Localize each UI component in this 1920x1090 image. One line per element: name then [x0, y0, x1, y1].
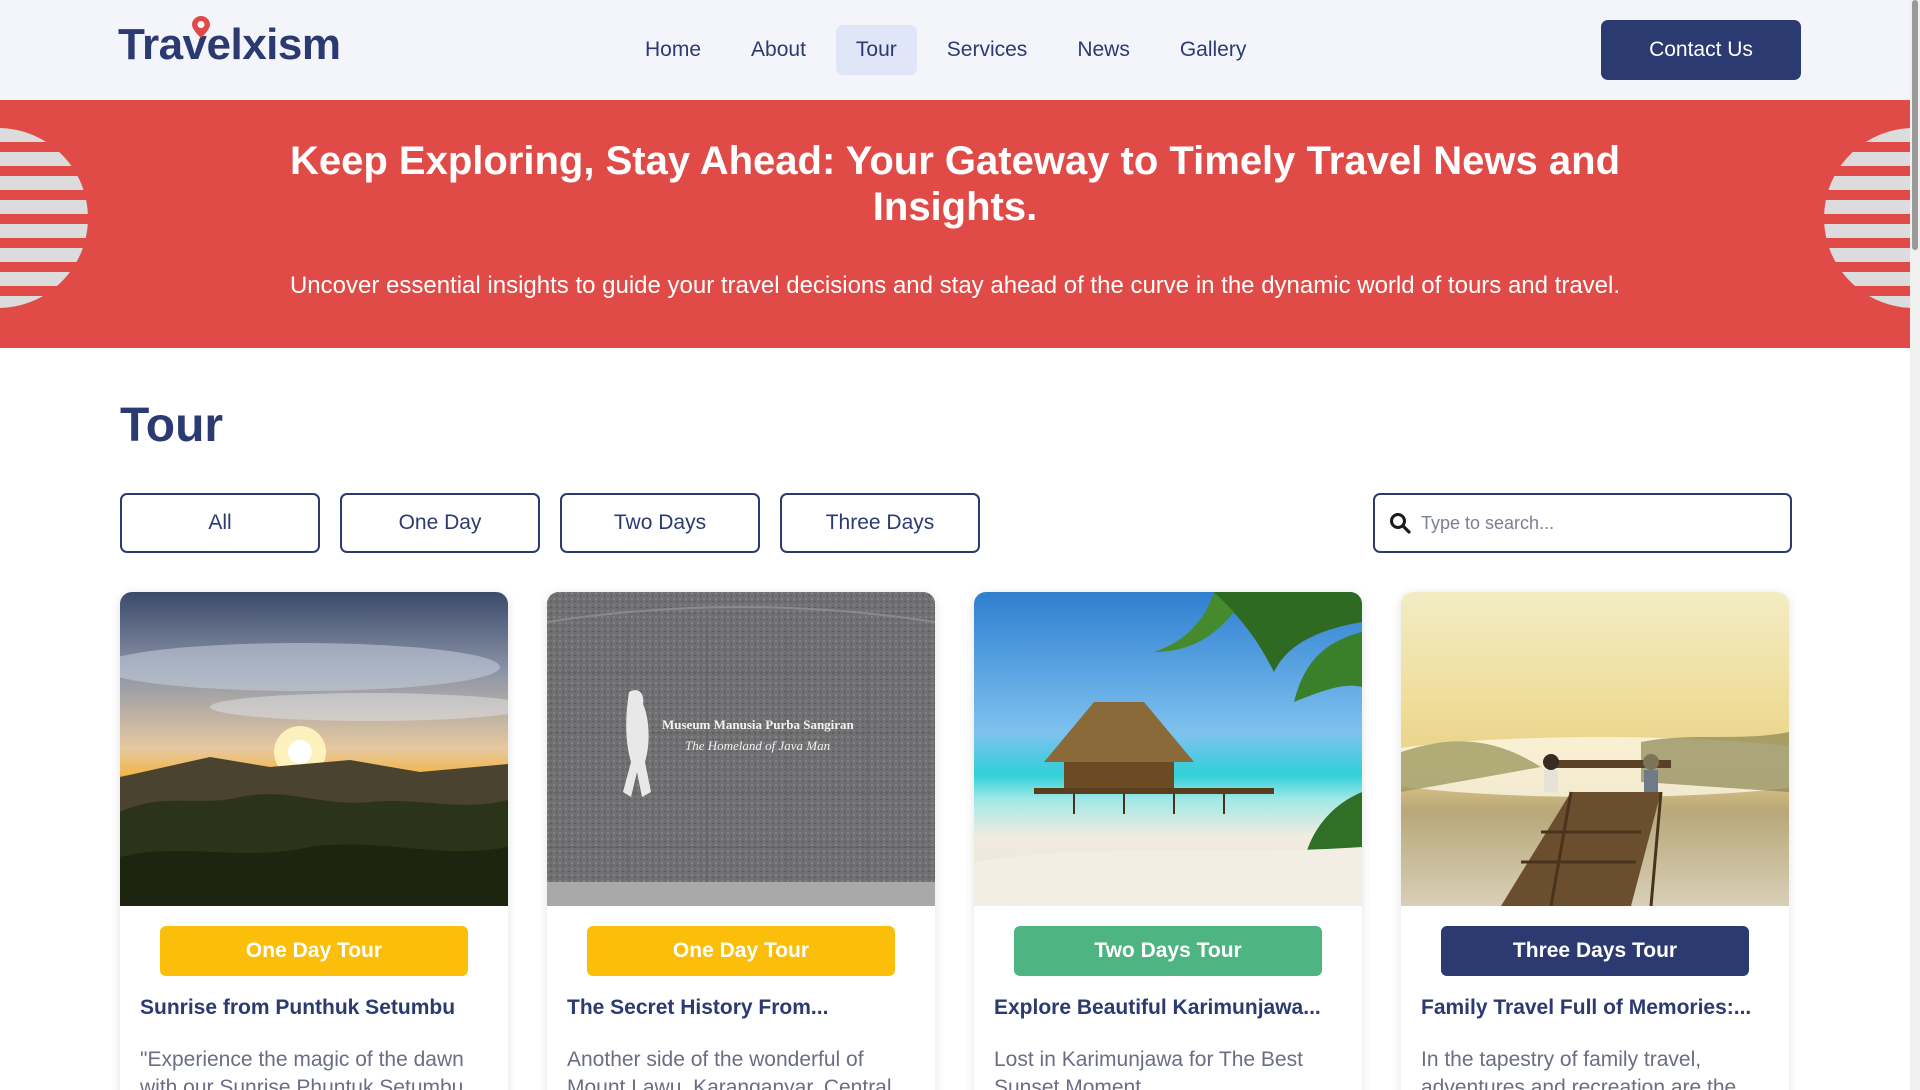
banner-subtitle: Uncover essential insights to guide your…	[289, 272, 1621, 299]
tour-card-list: One Day Tour Sunrise from Punthuk Setumb…	[120, 592, 1789, 1090]
tour-card[interactable]: One Day Tour Sunrise from Punthuk Setumb…	[120, 592, 508, 1090]
filter-one-day-button[interactable]: One Day	[340, 493, 540, 553]
filter-two-days-button[interactable]: Two Days	[560, 493, 760, 553]
card-description: Another side of the wonderful of Mount L…	[567, 1048, 892, 1090]
beach-illustration	[974, 592, 1362, 906]
nav-home[interactable]: Home	[625, 25, 721, 75]
filter-three-days-button[interactable]: Three Days	[780, 493, 980, 553]
card-title[interactable]: Family Travel Full of Memories:...	[1421, 996, 1771, 1020]
card-title[interactable]: Explore Beautiful Karimunjawa...	[994, 996, 1344, 1020]
card-image-sunrise	[120, 592, 508, 906]
tour-card[interactable]: Three Days Tour Family Travel Full of Me…	[1401, 592, 1789, 1090]
card-description: In the tapestry of family travel, advent…	[1421, 1048, 1737, 1090]
family-viewpoint-illustration	[1401, 732, 1789, 906]
scrollbar-thumb[interactable]	[1912, 0, 1918, 250]
card-title[interactable]: The Secret History From...	[567, 996, 917, 1020]
tour-card[interactable]: Museum Manusia Purba Sangiran The Homela…	[547, 592, 935, 1090]
logo-text: Travelxism	[118, 20, 341, 69]
tour-badge: Three Days Tour	[1441, 926, 1749, 976]
nav-services[interactable]: Services	[927, 25, 1048, 75]
striped-circle-decoration	[1824, 128, 1910, 308]
tour-badge: One Day Tour	[160, 926, 468, 976]
sunrise-illustration	[120, 643, 508, 906]
filter-all-button[interactable]: All	[120, 493, 320, 553]
museum-wall-illustration: Museum Manusia Purba Sangiran The Homela…	[547, 592, 935, 906]
page-title: Tour	[120, 399, 224, 452]
location-pin-icon	[192, 16, 210, 38]
main-nav: Home About Tour Services News Gallery	[625, 25, 1266, 75]
nav-news[interactable]: News	[1057, 25, 1150, 75]
search-icon	[1390, 513, 1411, 534]
hero-banner: Keep Exploring, Stay Ahead: Your Gateway…	[0, 100, 1910, 348]
page-scrollbar[interactable]	[1910, 0, 1920, 1090]
banner-title: Keep Exploring, Stay Ahead: Your Gateway…	[289, 139, 1621, 229]
card-description: "Experience the magic of the dawn with o…	[140, 1048, 464, 1090]
site-header: Travelxism Home About Tour Services News…	[0, 0, 1910, 100]
card-image-museum: Museum Manusia Purba Sangiran The Homela…	[547, 592, 935, 906]
search-input[interactable]	[1421, 512, 1781, 534]
tour-card[interactable]: Two Days Tour Explore Beautiful Karimunj…	[974, 592, 1362, 1090]
card-image-family	[1401, 592, 1789, 906]
search-box[interactable]	[1373, 493, 1792, 553]
logo[interactable]: Travelxism	[118, 16, 341, 70]
card-description: Lost in Karimunjawa for The Best Sunset …	[994, 1048, 1303, 1090]
museum-sign-subtext: The Homeland of Java Man	[685, 738, 830, 753]
filter-group: All One Day Two Days Three Days	[120, 493, 980, 553]
nav-gallery[interactable]: Gallery	[1160, 25, 1267, 75]
card-title[interactable]: Sunrise from Punthuk Setumbu	[140, 996, 490, 1020]
tour-badge: One Day Tour	[587, 926, 895, 976]
striped-circle-decoration	[0, 128, 88, 308]
nav-tour[interactable]: Tour	[835, 25, 917, 75]
contact-us-button[interactable]: Contact Us	[1601, 20, 1801, 80]
tour-badge: Two Days Tour	[1014, 926, 1322, 976]
card-image-beach	[974, 592, 1362, 906]
nav-about[interactable]: About	[731, 25, 826, 75]
museum-sign-text: Museum Manusia Purba Sangiran	[662, 717, 855, 732]
